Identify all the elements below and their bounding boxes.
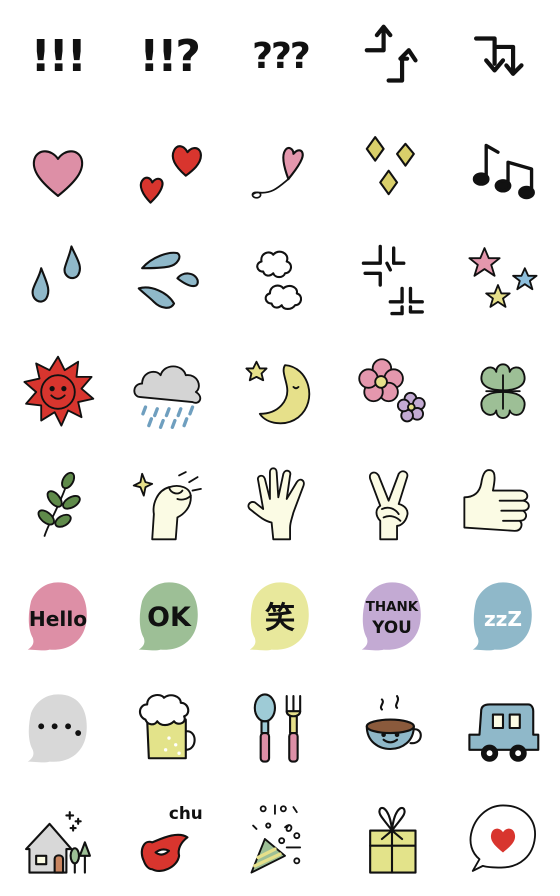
kiss-lips-icon: chu	[140, 803, 203, 873]
emoji-cell[interactable]	[336, 1, 447, 113]
beer-mug-icon	[139, 693, 196, 759]
emoji-cell[interactable]: zzZ	[448, 560, 559, 672]
hello-text: Hello	[29, 607, 87, 631]
spoon-fork-icon	[254, 693, 302, 763]
emoji-cell[interactable]	[2, 672, 113, 784]
emoji-cell[interactable]: !!?	[113, 1, 224, 113]
emoji-cell[interactable]	[113, 672, 224, 784]
ok-bubble-icon: OK	[138, 582, 198, 651]
emoji-cell[interactable]	[336, 784, 447, 896]
emoji-cell[interactable]	[448, 225, 559, 337]
emoji-cell[interactable]	[225, 448, 336, 560]
emoji-cell[interactable]: ???	[225, 1, 336, 113]
exclamation-question-icon: !!?	[139, 31, 201, 83]
emoji-cell[interactable]: chu	[113, 784, 224, 896]
sweat-drops-icon	[31, 245, 81, 303]
emoji-cell[interactable]	[336, 336, 447, 448]
up-arrows-icon	[364, 24, 418, 83]
emoji-cell[interactable]	[336, 448, 447, 560]
emoji-cell[interactable]	[336, 672, 447, 784]
anger-marks-icon	[361, 245, 424, 316]
emoji-cell[interactable]	[448, 784, 559, 896]
stars-icon	[468, 247, 538, 309]
thumbs-up-icon	[463, 469, 530, 532]
emoji-cell[interactable]	[2, 113, 113, 225]
emoji-cell[interactable]: OK	[113, 560, 224, 672]
emoji-cell[interactable]	[2, 448, 113, 560]
emoji-cell[interactable]	[113, 336, 224, 448]
rain-cloud-icon	[133, 365, 202, 430]
emoji-cell[interactable]	[448, 113, 559, 225]
hello-bubble-icon: Hello	[27, 582, 87, 651]
leaf-sprig-icon	[37, 471, 81, 537]
sun-icon	[23, 356, 94, 427]
zzz-text: zzZ	[484, 607, 522, 631]
two-red-hearts-icon	[139, 144, 203, 204]
emoji-cell[interactable]	[448, 1, 559, 113]
splash-icon	[137, 252, 199, 310]
emoji-cell[interactable]	[113, 113, 224, 225]
you-text: YOU	[371, 617, 411, 637]
triple-exclamation-icon: !!!	[30, 31, 87, 83]
emoji-cell[interactable]	[2, 336, 113, 448]
sleep-bubble-icon: zzZ	[473, 582, 533, 651]
emoji-cell[interactable]: !!!	[2, 1, 113, 113]
thank-text: THANK	[366, 600, 419, 615]
emoji-cell[interactable]	[448, 448, 559, 560]
emoji-cell[interactable]	[225, 225, 336, 337]
ok-text: OK	[147, 602, 192, 633]
emoji-cell[interactable]	[448, 336, 559, 448]
floating-heart-icon	[252, 146, 305, 199]
emoji-cell[interactable]	[336, 225, 447, 337]
triple-question-icon: ???	[252, 36, 311, 78]
ellipsis-bubble-icon	[27, 694, 87, 763]
emoji-cell[interactable]	[336, 113, 447, 225]
emoji-cell[interactable]	[225, 113, 336, 225]
emoji-cell[interactable]: Hello	[2, 560, 113, 672]
emoji-grid: !!! !!? ??? Hello OK 笑 THANK YOU zzZ chu	[2, 1, 559, 895]
laugh-bubble-icon: 笑	[250, 582, 310, 651]
pink-heart-icon	[32, 150, 83, 197]
emoji-cell[interactable]	[113, 225, 224, 337]
house-icon	[24, 811, 91, 875]
emoji-cell[interactable]: 笑	[225, 560, 336, 672]
emoji-cell[interactable]	[225, 336, 336, 448]
party-popper-icon	[250, 804, 302, 874]
emoji-cell[interactable]: THANK YOU	[336, 560, 447, 672]
fist-icon	[132, 471, 202, 541]
gift-box-icon	[368, 807, 417, 875]
emoji-cell[interactable]	[113, 448, 224, 560]
sparkle-diamonds-icon	[365, 135, 415, 195]
moon-star-icon	[245, 361, 311, 425]
chu-text: chu	[169, 803, 203, 823]
emoji-cell[interactable]	[225, 672, 336, 784]
open-hand-icon	[247, 467, 306, 541]
puff-clouds-icon	[256, 251, 303, 311]
emoji-cell[interactable]	[225, 784, 336, 896]
flowers-icon	[358, 358, 426, 423]
peace-sign-icon	[368, 470, 409, 541]
coffee-cup-icon	[365, 694, 422, 750]
car-icon	[468, 703, 540, 762]
down-arrows-icon	[474, 36, 524, 76]
heart-bubble-icon	[469, 804, 537, 873]
emoji-cell[interactable]	[2, 225, 113, 337]
thank-you-bubble-icon: THANK YOU	[361, 582, 421, 651]
music-notes-icon	[473, 143, 536, 199]
laugh-text: 笑	[265, 601, 295, 636]
four-leaf-clover-icon	[480, 363, 526, 420]
emoji-cell[interactable]	[2, 784, 113, 896]
emoji-cell[interactable]	[448, 672, 559, 784]
